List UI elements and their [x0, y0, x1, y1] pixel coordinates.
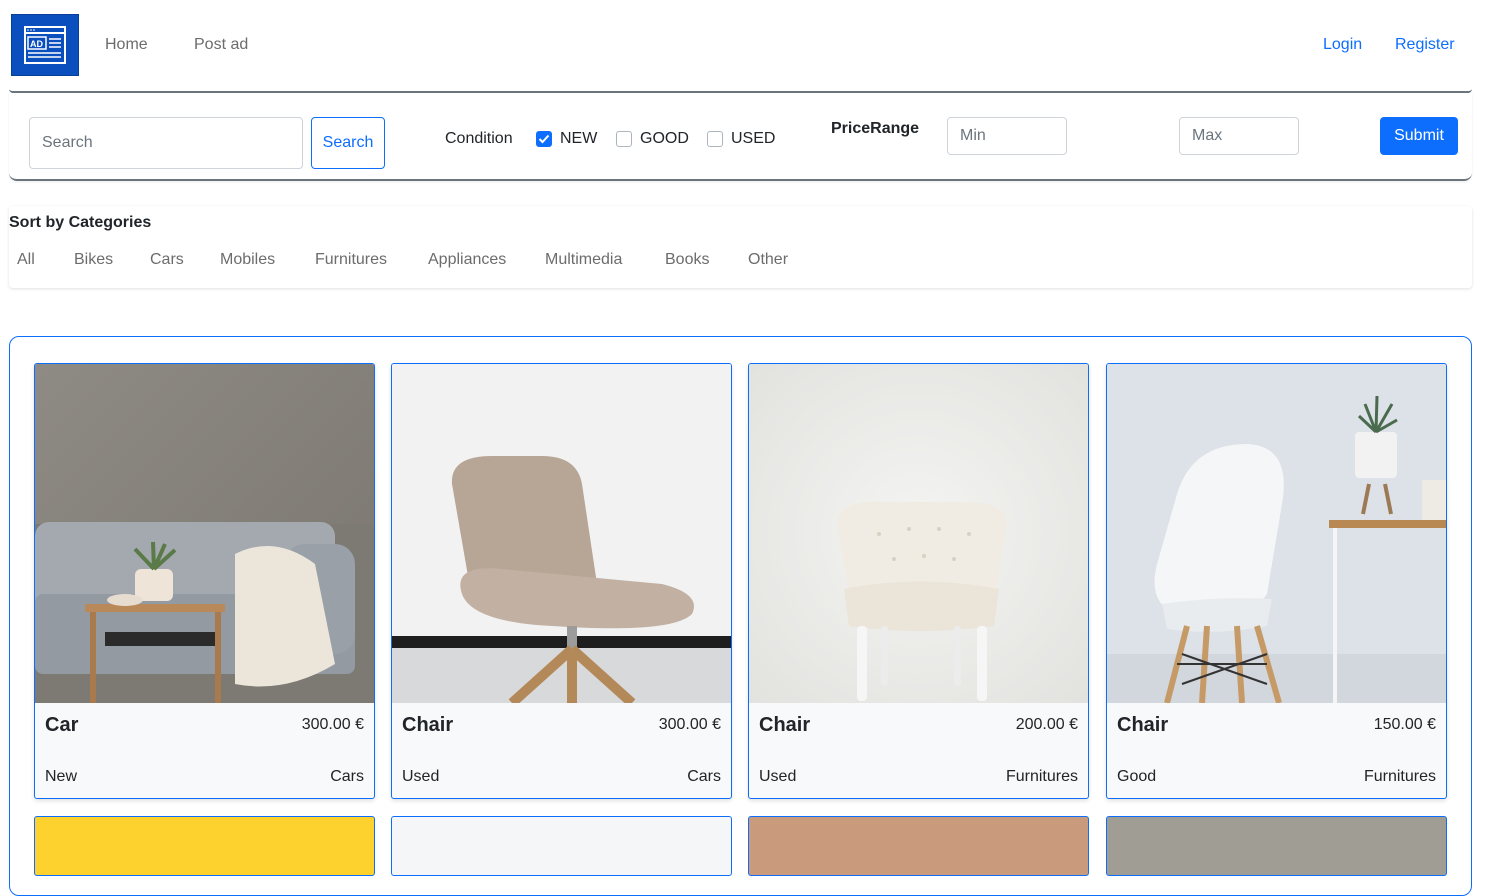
category-other[interactable]: Other	[748, 251, 788, 269]
listing-category: Cars	[687, 768, 721, 785]
category-bikes[interactable]: Bikes	[74, 251, 113, 269]
listing-image	[1107, 364, 1446, 703]
top-navbar: AD Home Post ad Login Register	[9, 0, 1472, 93]
listing-image	[35, 364, 374, 703]
search-button[interactable]: Search	[311, 117, 385, 169]
category-books[interactable]: Books	[665, 251, 709, 269]
condition-good-checkbox[interactable]	[616, 131, 632, 147]
checkmark-icon	[538, 134, 550, 144]
categories-panel: Sort by Categories All Bikes Cars Mobile…	[9, 206, 1472, 288]
ad-browser-icon[interactable]: AD	[11, 14, 79, 76]
price-range-label: PriceRange	[831, 120, 920, 137]
register-link[interactable]: Register	[1395, 36, 1455, 54]
condition-new-checkbox[interactable]	[536, 131, 552, 147]
listing-image	[749, 364, 1088, 703]
listing-condition: Used	[759, 768, 797, 785]
condition-label: Condition	[445, 130, 513, 147]
condition-used-checkbox[interactable]	[707, 131, 723, 147]
category-mobiles[interactable]: Mobiles	[220, 251, 275, 269]
listing-card[interactable]: Car 300.00 € New Cars	[34, 363, 375, 799]
listing-condition: Good	[1117, 768, 1157, 785]
listing-title: Chair	[402, 714, 454, 736]
listing-title: Chair	[1117, 714, 1169, 736]
category-cars[interactable]: Cars	[150, 251, 184, 269]
nav-post-ad-link[interactable]: Post ad	[194, 36, 248, 54]
condition-used-label: USED	[731, 130, 776, 147]
condition-new-label: NEW	[560, 130, 598, 147]
svg-text:AD: AD	[30, 39, 43, 49]
condition-good-label: GOOD	[640, 130, 689, 147]
nav-home-link[interactable]: Home	[105, 36, 148, 54]
listing-card[interactable]: Chair 300.00 € Used Cars	[391, 363, 732, 799]
listing-price: 300.00 €	[301, 716, 364, 733]
category-appliances[interactable]: Appliances	[428, 251, 506, 269]
category-all[interactable]: All	[17, 251, 35, 269]
min-price-input[interactable]	[947, 117, 1067, 155]
max-price-input[interactable]	[1179, 117, 1299, 155]
listing-card[interactable]	[391, 816, 732, 876]
category-multimedia[interactable]: Multimedia	[545, 251, 622, 269]
listing-card[interactable]: Chair 150.00 € Good Furnitures	[1106, 363, 1447, 799]
listing-price: 200.00 €	[1015, 716, 1078, 733]
listing-condition: New	[45, 768, 78, 785]
listing-price: 150.00 €	[1373, 716, 1436, 733]
listings-container: Car 300.00 € New Cars Chair 300.00 € Use…	[9, 336, 1472, 896]
submit-button[interactable]: Submit	[1380, 117, 1458, 155]
filter-bar: Search Condition NEW GOOD USED PriceRang…	[9, 93, 1472, 181]
listing-category: Furnitures	[1363, 768, 1436, 785]
search-input[interactable]	[29, 117, 303, 169]
category-furnitures[interactable]: Furnitures	[315, 251, 387, 269]
listing-image	[392, 364, 731, 703]
login-link[interactable]: Login	[1323, 36, 1362, 54]
listing-category: Furnitures	[1005, 768, 1078, 785]
listing-title: Chair	[759, 714, 811, 736]
listing-category: Cars	[330, 768, 364, 785]
listing-card[interactable]	[1106, 816, 1447, 876]
listing-condition: Used	[402, 768, 440, 785]
listing-price: 300.00 €	[658, 716, 721, 733]
categories-title: Sort by Categories	[9, 214, 152, 231]
listing-card[interactable]	[34, 816, 375, 876]
listing-card[interactable]	[748, 816, 1089, 876]
listing-card[interactable]: Chair 200.00 € Used Furnitures	[748, 363, 1089, 799]
listing-title: Car	[45, 714, 79, 736]
